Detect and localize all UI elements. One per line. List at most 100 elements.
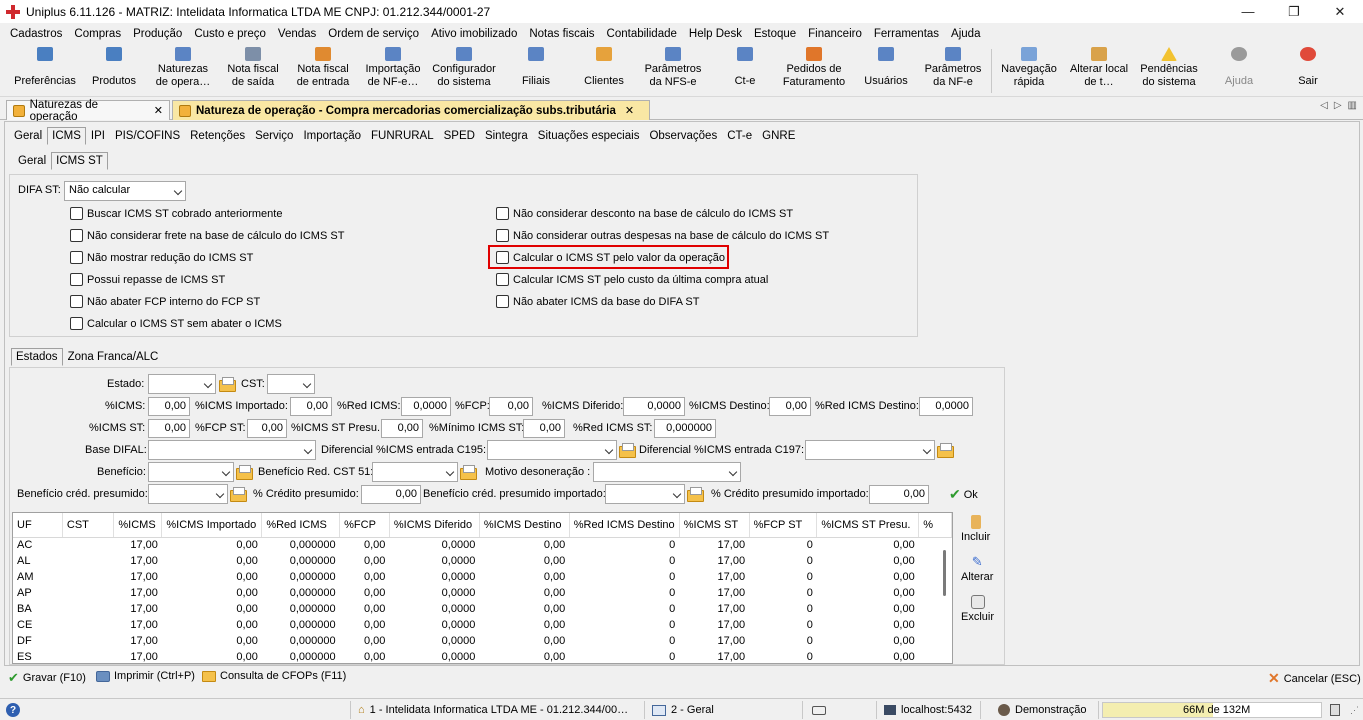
base-difal-select[interactable]: [148, 440, 316, 460]
tab-estados[interactable]: Estados: [11, 348, 63, 366]
configurador-button[interactable]: Configurador do sistema: [430, 47, 498, 95]
beneficio-select[interactable]: [148, 462, 234, 482]
tab-situacoes-especiais[interactable]: Situações especiais: [533, 127, 645, 145]
tab-list-icon[interactable]: ▥: [1348, 100, 1357, 111]
filiais-button[interactable]: Filiais: [512, 47, 560, 95]
menu-financeiro[interactable]: Financeiro: [808, 28, 862, 40]
checkbox[interactable]: [496, 229, 509, 242]
menu-compras[interactable]: Compras: [74, 28, 121, 40]
table-row[interactable]: DF 17,00 0,00 0,000000 0,00 0,0000 0,00 0 17,00 0…: [13, 633, 952, 649]
check-nao-considerar-desconto[interactable]: Não considerar desconto na base de cálcu…: [496, 207, 793, 220]
check-nao-abater-fcp[interactable]: Não abater FCP interno do FCP ST: [70, 295, 260, 308]
motivo-desoneracao-select[interactable]: [593, 462, 741, 482]
icms-destino-input[interactable]: 0,00: [769, 397, 811, 416]
status-user[interactable]: Demonstração: [998, 702, 1087, 718]
tab-zona-franca[interactable]: Zona Franca/ALC: [63, 348, 164, 366]
checkbox[interactable]: [496, 273, 509, 286]
table-row[interactable]: AM 17,00 0,00 0,000000 0,00 0,0000 0,00 0 17,00 0…: [13, 569, 952, 585]
cte-button[interactable]: Ct-e: [725, 47, 765, 95]
alterar-button[interactable]: ✎ Alterar: [961, 555, 993, 584]
status-company[interactable]: ⌂ 1 - Intelidata Informatica LTDA ME - 0…: [358, 702, 628, 718]
memory-indicator[interactable]: 66M de 132M: [1102, 702, 1322, 718]
beneficio-red-cst51-select[interactable]: [372, 462, 458, 482]
minimize-button[interactable]: —: [1225, 0, 1271, 23]
parametros-nfe-button[interactable]: Parâmetros da NF-e: [920, 47, 986, 95]
icms-input[interactable]: 0,00: [148, 397, 190, 416]
navegacao-rapida-button[interactable]: Navegação rápida: [996, 47, 1062, 95]
folder-search-icon[interactable]: [687, 487, 704, 502]
icms-st-presu-input[interactable]: 0,00: [381, 419, 423, 438]
tab-sintegra[interactable]: Sintegra: [480, 127, 533, 145]
beneficio-cred-presumido-select[interactable]: [148, 484, 228, 504]
menu-vendas[interactable]: Vendas: [278, 28, 316, 40]
column-header[interactable]: %FCP: [339, 513, 390, 538]
sair-button[interactable]: Sair: [1288, 47, 1328, 95]
folder-search-icon[interactable]: [219, 377, 236, 392]
column-header[interactable]: UF: [13, 513, 63, 538]
check-calcular-sem-abater[interactable]: Calcular o ICMS ST sem abater o ICMS: [70, 317, 282, 330]
tab-pis-cofins[interactable]: PIS/COFINS: [110, 127, 185, 145]
alterar-local-button[interactable]: Alterar local de t…: [1066, 47, 1132, 95]
folder-search-icon[interactable]: [236, 465, 253, 480]
menu-estoque[interactable]: Estoque: [754, 28, 796, 40]
restore-button[interactable]: ❐: [1271, 0, 1317, 23]
check-nao-considerar-outras-despesas[interactable]: Não considerar outras despesas na base d…: [496, 229, 829, 242]
resize-grip-icon[interactable]: ⋰: [1350, 702, 1359, 718]
estados-grid[interactable]: UF CST %ICMS %ICMS Importado %Red ICMS %…: [12, 512, 953, 664]
check-buscar-icms-st[interactable]: Buscar ICMS ST cobrado anteriormente: [70, 207, 282, 220]
red-icms-destino-input[interactable]: 0,0000: [919, 397, 973, 416]
tab-gnre[interactable]: GNRE: [757, 127, 800, 145]
close-window-button[interactable]: ✕: [1317, 0, 1363, 23]
column-header[interactable]: %Red ICMS: [261, 513, 341, 538]
estado-select[interactable]: [148, 374, 216, 394]
column-header[interactable]: CST: [62, 513, 115, 538]
menu-ativo-imobilizado[interactable]: Ativo imobilizado: [431, 28, 517, 40]
column-header[interactable]: %ICMS Diferido: [389, 513, 480, 538]
preferencias-button[interactable]: Preferências: [10, 47, 80, 95]
table-row[interactable]: AC 17,00 0,00 0,000000 0,00 0,0000 0,00 0 17,00 0…: [13, 537, 952, 553]
subtab-icms-st[interactable]: ICMS ST: [51, 152, 108, 170]
cancelar-button[interactable]: ✕ Cancelar (ESC): [1268, 670, 1361, 687]
table-row[interactable]: CE 17,00 0,00 0,000000 0,00 0,0000 0,00 0 17,00 0…: [13, 617, 952, 633]
doc-tab-natureza-operacao[interactable]: Natureza de operação - Compra mercadoria…: [172, 100, 650, 120]
diferencial-c197-select[interactable]: [805, 440, 935, 460]
doc-tab-naturezas[interactable]: Naturezas de operação ✕: [6, 99, 170, 123]
tab-prev-icon[interactable]: ◁: [1320, 100, 1328, 111]
incluir-button[interactable]: Incluir: [961, 515, 990, 543]
column-header[interactable]: %ICMS ST: [679, 513, 750, 538]
checkbox[interactable]: [70, 273, 83, 286]
produtos-button[interactable]: Produtos: [84, 47, 144, 95]
parametros-nfse-button[interactable]: Parâmetros da NFS-e: [640, 47, 706, 95]
tab-importacao[interactable]: Importação: [298, 127, 366, 145]
checkbox[interactable]: [70, 295, 83, 308]
menu-ordem-servico[interactable]: Ordem de serviço: [328, 28, 419, 40]
ajuda-button[interactable]: Ajuda: [1216, 47, 1262, 95]
fcp-st-input[interactable]: 0,00: [247, 419, 287, 438]
table-row[interactable]: BA 17,00 0,00 0,000000 0,00 0,0000 0,00 0 17,00 0…: [13, 601, 952, 617]
check-nao-abater-icms-difa[interactable]: Não abater ICMS da base do DIFA ST: [496, 295, 699, 308]
credito-presumido-input[interactable]: 0,00: [361, 485, 421, 504]
fcp-input[interactable]: 0,00: [489, 397, 533, 416]
column-header[interactable]: %Red ICMS Destino: [569, 513, 680, 538]
tab-icms[interactable]: ICMS: [47, 127, 86, 145]
diferencial-c195-select[interactable]: [487, 440, 617, 460]
check-possui-repasse[interactable]: Possui repasse de ICMS ST: [70, 273, 225, 286]
icms-diferido-input[interactable]: 0,0000: [623, 397, 685, 416]
tab-ipi[interactable]: IPI: [86, 127, 110, 145]
check-nao-mostrar-reducao[interactable]: Não mostrar redução do ICMS ST: [70, 251, 253, 264]
tab-observacoes[interactable]: Observações: [644, 127, 722, 145]
consulta-cfops-button[interactable]: Consulta de CFOPs (F11): [202, 670, 346, 682]
help-status-icon[interactable]: ?: [6, 702, 20, 718]
menu-ferramentas[interactable]: Ferramentas: [874, 28, 939, 40]
close-tab-icon[interactable]: ✕: [154, 104, 163, 117]
folder-search-icon[interactable]: [460, 465, 477, 480]
status-section[interactable]: 2 - Geral: [652, 702, 714, 718]
checkbox[interactable]: [70, 251, 83, 264]
red-icms-st-input[interactable]: 0,000000: [654, 419, 716, 438]
checkbox[interactable]: [496, 295, 509, 308]
table-row[interactable]: AL 17,00 0,00 0,000000 0,00 0,0000 0,00 0 17,00 0…: [13, 553, 952, 569]
menu-custo-preco[interactable]: Custo e preço: [194, 28, 266, 40]
nota-fiscal-entrada-button[interactable]: Nota fiscal de entrada: [292, 47, 354, 95]
icms-importado-input[interactable]: 0,00: [290, 397, 332, 416]
check-calcular-custo-ultima-compra[interactable]: Calcular ICMS ST pelo custo da última co…: [496, 273, 768, 286]
